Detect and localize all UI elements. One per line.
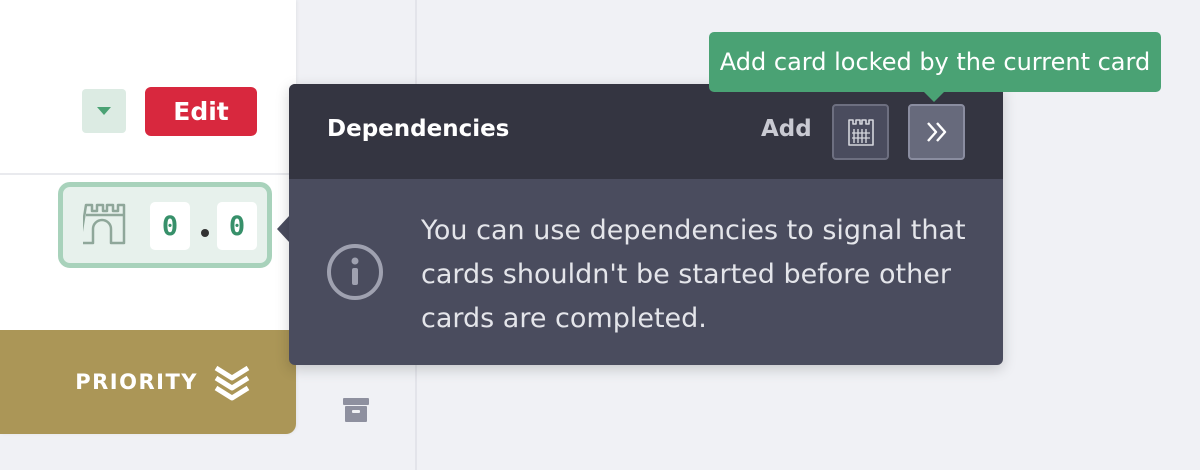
card-panel: Edit 0 0 PRIORITY bbox=[0, 0, 296, 434]
double-chevron-right-icon bbox=[926, 122, 946, 142]
popover-header: Dependencies Add bbox=[289, 84, 1003, 179]
popover-message: You can use dependencies to signal that … bbox=[421, 215, 966, 334]
locked-count: 0 bbox=[150, 202, 190, 250]
screen: Edit 0 0 PRIORITY Dependencies Add You c… bbox=[0, 0, 1200, 470]
dependencies-widget[interactable]: 0 0 bbox=[58, 182, 272, 268]
divider bbox=[0, 173, 296, 175]
priority-bar[interactable]: PRIORITY bbox=[0, 330, 296, 434]
priority-label: PRIORITY bbox=[75, 370, 198, 394]
archive-icon[interactable] bbox=[342, 397, 370, 423]
tooltip-arrow bbox=[924, 92, 944, 102]
castle-icon bbox=[847, 119, 874, 146]
add-locked-card-button[interactable] bbox=[908, 104, 965, 160]
expand-button[interactable] bbox=[82, 89, 126, 133]
popover-title: Dependencies bbox=[327, 116, 510, 142]
add-locking-card-button[interactable] bbox=[832, 104, 889, 160]
dependencies-popover: Dependencies Add You can use dependencie… bbox=[289, 84, 1003, 365]
tooltip: Add card locked by the current card bbox=[709, 32, 1161, 92]
chevron-down-icon bbox=[97, 107, 111, 115]
info-icon bbox=[327, 244, 383, 300]
castle-icon bbox=[83, 203, 126, 245]
add-label: Add bbox=[761, 116, 812, 142]
priority-chevrons-icon bbox=[214, 365, 250, 401]
count-separator bbox=[201, 229, 209, 237]
blocking-count: 0 bbox=[217, 202, 257, 250]
edit-button[interactable]: Edit bbox=[145, 87, 257, 136]
